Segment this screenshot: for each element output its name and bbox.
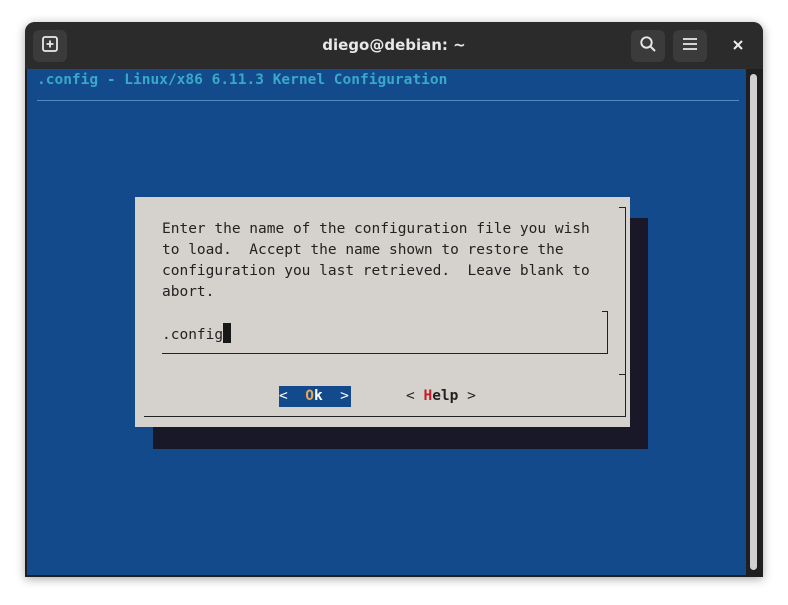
help-hotkey: H <box>423 388 433 404</box>
hamburger-menu-icon <box>681 35 699 57</box>
filename-value: .config <box>162 327 224 343</box>
filename-input-text[interactable]: .config <box>162 323 232 343</box>
ok-button[interactable]: < Ok > <box>279 386 351 407</box>
close-icon <box>731 37 745 56</box>
menu-button[interactable] <box>673 30 707 62</box>
dialog-frame-corner <box>619 207 625 208</box>
search-button[interactable] <box>631 30 665 62</box>
ok-label: k <box>313 388 323 404</box>
terminal-area[interactable]: .config - Linux/x86 6.11.3 Kernel Config… <box>27 69 746 575</box>
dialog-frame-corner <box>619 374 625 375</box>
dialog-message: Enter the name of the configuration file… <box>162 221 590 300</box>
help-bracket-left: < <box>406 388 415 404</box>
filename-input[interactable]: .config <box>162 311 608 354</box>
terminal-window: diego@debian: ~ .config - Linux/x86 6.11… <box>25 22 763 577</box>
ok-bracket-right: > <box>340 388 349 404</box>
help-button[interactable]: < Help > <box>406 386 476 407</box>
text-cursor <box>223 323 232 343</box>
header-divider <box>37 100 739 101</box>
search-icon <box>639 35 657 57</box>
title-bar: diego@debian: ~ <box>25 22 763 69</box>
close-button[interactable] <box>721 30 755 62</box>
help-bracket-right: > <box>467 388 476 404</box>
dialog-frame-right <box>625 207 626 417</box>
scrollbar-thumb[interactable] <box>750 74 757 570</box>
scrollbar[interactable] <box>746 69 761 575</box>
help-label: elp <box>432 388 459 404</box>
ok-bracket-left: < <box>279 388 288 404</box>
ok-hotkey: O <box>305 388 314 404</box>
dialog-frame-bottom <box>144 416 626 417</box>
input-frame-corner <box>602 311 608 312</box>
load-config-dialog: Enter the name of the configuration file… <box>135 197 630 427</box>
menuconfig-header: .config - Linux/x86 6.11.3 Kernel Config… <box>37 72 448 88</box>
